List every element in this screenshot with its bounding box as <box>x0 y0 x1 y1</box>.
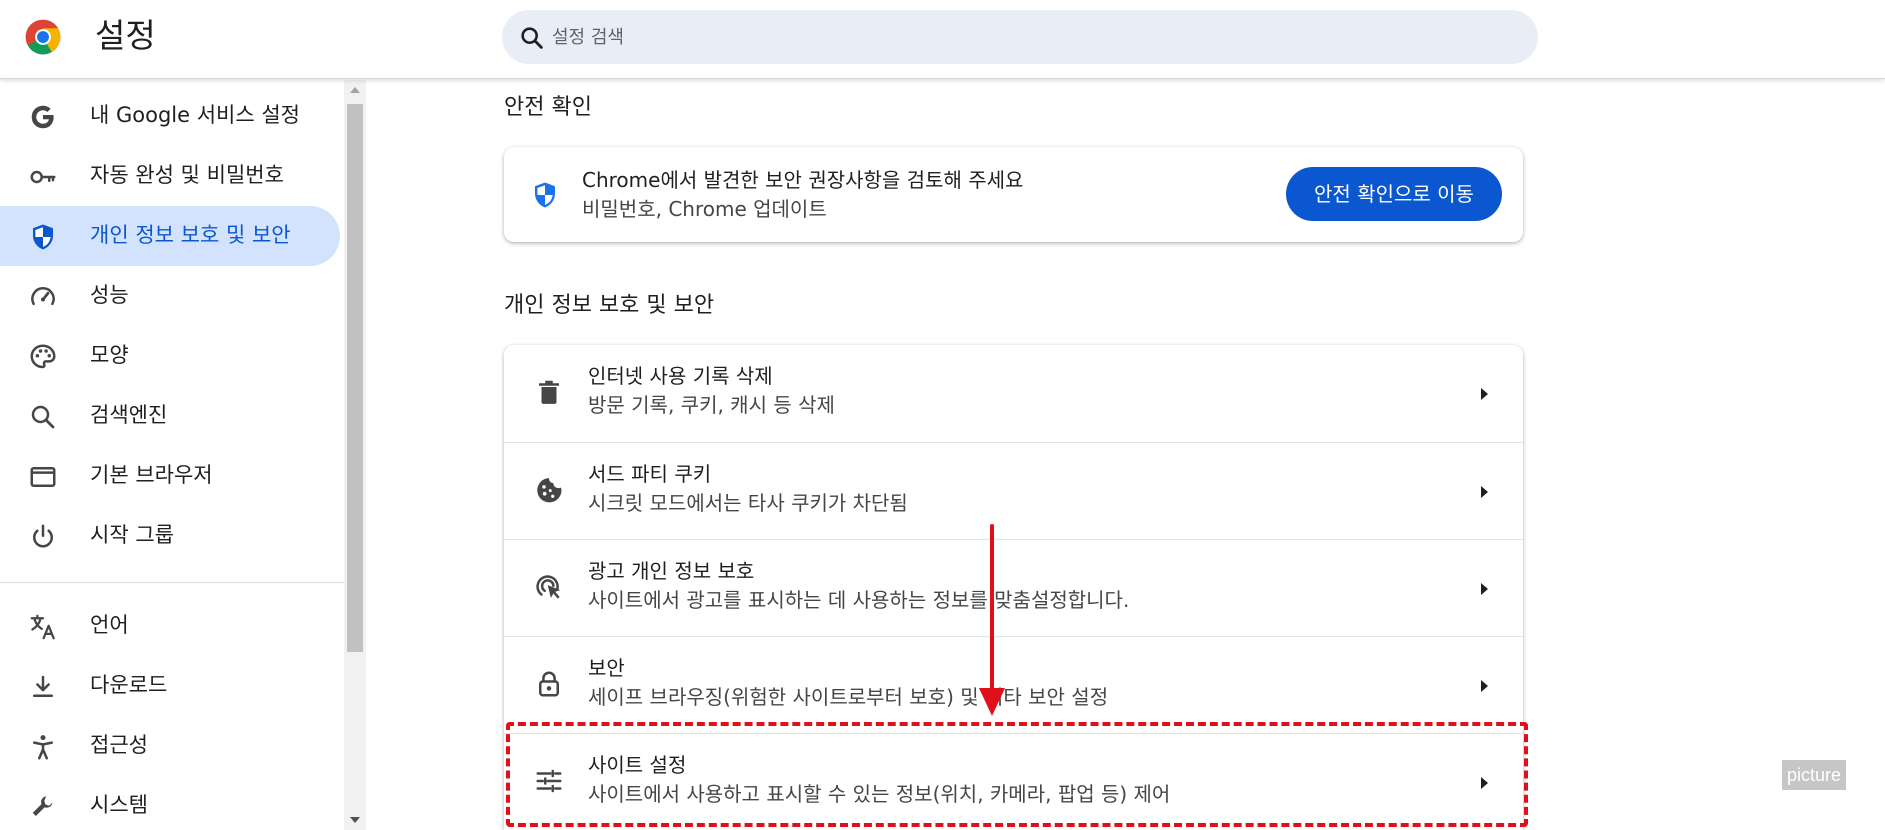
page-title: 설정 <box>95 16 156 55</box>
watermark: picture <box>1782 760 1846 790</box>
scrollbar-thumb[interactable] <box>347 104 363 652</box>
row-subtitle: 사이트에서 사용하고 표시할 수 있는 정보(위치, 카메라, 팝업 등) 제어 <box>588 782 1171 806</box>
search-icon <box>31 405 55 429</box>
tune-icon <box>536 769 562 793</box>
row-ad-privacy[interactable]: 광고 개인 정보 보호 사이트에서 광고를 표시하는 데 사용하는 정보를 맞춤… <box>504 539 1523 636</box>
shield-icon <box>535 182 555 208</box>
sidebar: 내 Google 서비스 설정 자동 완성 및 비밀번호 개인 정보 보호 및 … <box>0 80 344 830</box>
chevron-right-icon <box>1481 777 1488 789</box>
sidebar-item-label: 접근성 <box>90 733 148 757</box>
chevron-right-icon <box>1481 486 1488 498</box>
chevron-right-icon <box>1481 680 1488 692</box>
lock-icon <box>539 671 559 697</box>
sidebar-item-label: 검색엔진 <box>90 403 168 427</box>
key-icon <box>30 170 56 184</box>
translate-icon <box>30 614 55 640</box>
shield-icon <box>33 224 53 250</box>
row-third-party-cookies[interactable]: 서드 파티 쿠키 시크릿 모드에서는 타사 쿠키가 차단됨 <box>504 442 1523 539</box>
safety-check-title: Chrome에서 발견한 보안 권장사항을 검토해 주세요 <box>582 168 1024 192</box>
sidebar-item-autofill[interactable]: 자동 완성 및 비밀번호 <box>0 146 340 206</box>
row-title: 서드 파티 쿠키 <box>588 462 712 486</box>
sidebar-item-label: 모양 <box>90 343 129 367</box>
sidebar-scrollbar[interactable] <box>344 80 366 830</box>
power-icon <box>33 524 53 548</box>
row-title: 보안 <box>588 656 625 680</box>
safety-check-heading: 안전 확인 <box>504 95 592 120</box>
chevron-right-icon <box>1481 583 1488 595</box>
privacy-security-heading: 개인 정보 보호 및 보안 <box>504 293 715 318</box>
speedometer-icon <box>31 287 55 306</box>
accessibility-icon <box>33 735 53 760</box>
search-bar[interactable] <box>502 10 1538 64</box>
sidebar-item-label: 다운로드 <box>90 673 168 697</box>
sidebar-item-label: 시스템 <box>90 793 148 817</box>
sidebar-item-label: 시작 그룹 <box>90 523 174 547</box>
sidebar-item-search-engine[interactable]: 검색엔진 <box>0 386 340 446</box>
top-bar: 설정 <box>0 0 1885 79</box>
sidebar-item-label: 자동 완성 및 비밀번호 <box>90 163 284 187</box>
row-security[interactable]: 보안 세이프 브라우징(위험한 사이트로부터 보호) 및 기타 보안 설정 <box>504 636 1523 733</box>
browser-window-icon <box>30 467 56 487</box>
cookie-icon <box>537 478 562 503</box>
sidebar-item-appearance[interactable]: 모양 <box>0 326 340 386</box>
sidebar-item-performance[interactable]: 성능 <box>0 266 340 326</box>
row-site-settings[interactable]: 사이트 설정 사이트에서 사용하고 표시할 수 있는 정보(위치, 카메라, 팝… <box>504 733 1523 830</box>
google-g-icon <box>31 105 54 129</box>
privacy-security-card: 인터넷 사용 기록 삭제 방문 기록, 쿠키, 캐시 등 삭제 서드 파티 쿠키… <box>504 345 1523 830</box>
sidebar-item-label: 언어 <box>90 613 129 637</box>
scroll-down-arrow-icon[interactable] <box>344 812 366 828</box>
safety-check-subtitle: 비밀번호, Chrome 업데이트 <box>582 197 827 221</box>
row-title: 인터넷 사용 기록 삭제 <box>588 364 773 388</box>
search-input[interactable] <box>552 19 1512 55</box>
row-title: 광고 개인 정보 보호 <box>588 559 755 583</box>
row-clear-browsing-data[interactable]: 인터넷 사용 기록 삭제 방문 기록, 쿠키, 캐시 등 삭제 <box>504 345 1523 442</box>
sidebar-item-google-services[interactable]: 내 Google 서비스 설정 <box>0 86 340 146</box>
download-icon <box>33 675 53 697</box>
ad-privacy-icon <box>536 575 561 599</box>
sidebar-item-system[interactable]: 시스템 <box>0 776 340 830</box>
sidebar-item-label: 성능 <box>90 283 129 307</box>
sidebar-item-on-startup[interactable]: 시작 그룹 <box>0 506 340 566</box>
wrench-icon <box>32 796 53 816</box>
sidebar-item-downloads[interactable]: 다운로드 <box>0 656 340 716</box>
sidebar-item-label: 개인 정보 보호 및 보안 <box>90 223 291 247</box>
scroll-up-arrow-icon[interactable] <box>344 82 366 98</box>
chevron-right-icon <box>1481 388 1488 400</box>
go-to-safety-check-button[interactable]: 안전 확인으로 이동 <box>1286 167 1502 221</box>
row-subtitle: 방문 기록, 쿠키, 캐시 등 삭제 <box>588 393 835 417</box>
row-subtitle: 사이트에서 광고를 표시하는 데 사용하는 정보를 맞춤설정합니다. <box>588 588 1130 612</box>
sidebar-item-languages[interactable]: 언어 <box>0 596 340 656</box>
sidebar-item-label: 기본 브라우저 <box>90 463 213 487</box>
row-subtitle: 세이프 브라우징(위험한 사이트로부터 보호) 및 기타 보안 설정 <box>588 685 1109 709</box>
sidebar-divider <box>0 582 344 583</box>
row-subtitle: 시크릿 모드에서는 타사 쿠키가 차단됨 <box>588 491 908 515</box>
sidebar-item-accessibility[interactable]: 접근성 <box>0 716 340 776</box>
sidebar-item-privacy-security[interactable]: 개인 정보 보호 및 보안 <box>0 206 340 266</box>
sidebar-item-default-browser[interactable]: 기본 브라우저 <box>0 446 340 506</box>
row-title: 사이트 설정 <box>588 753 687 777</box>
palette-icon <box>30 344 56 369</box>
chrome-logo-icon <box>25 19 61 55</box>
sidebar-item-label: 내 Google 서비스 설정 <box>90 103 300 127</box>
annotation-arrow-down-icon <box>979 524 1005 716</box>
search-icon <box>521 27 543 49</box>
trash-icon <box>539 380 559 404</box>
safety-check-card: Chrome에서 발견한 보안 권장사항을 검토해 주세요 비밀번호, Chro… <box>504 147 1523 242</box>
